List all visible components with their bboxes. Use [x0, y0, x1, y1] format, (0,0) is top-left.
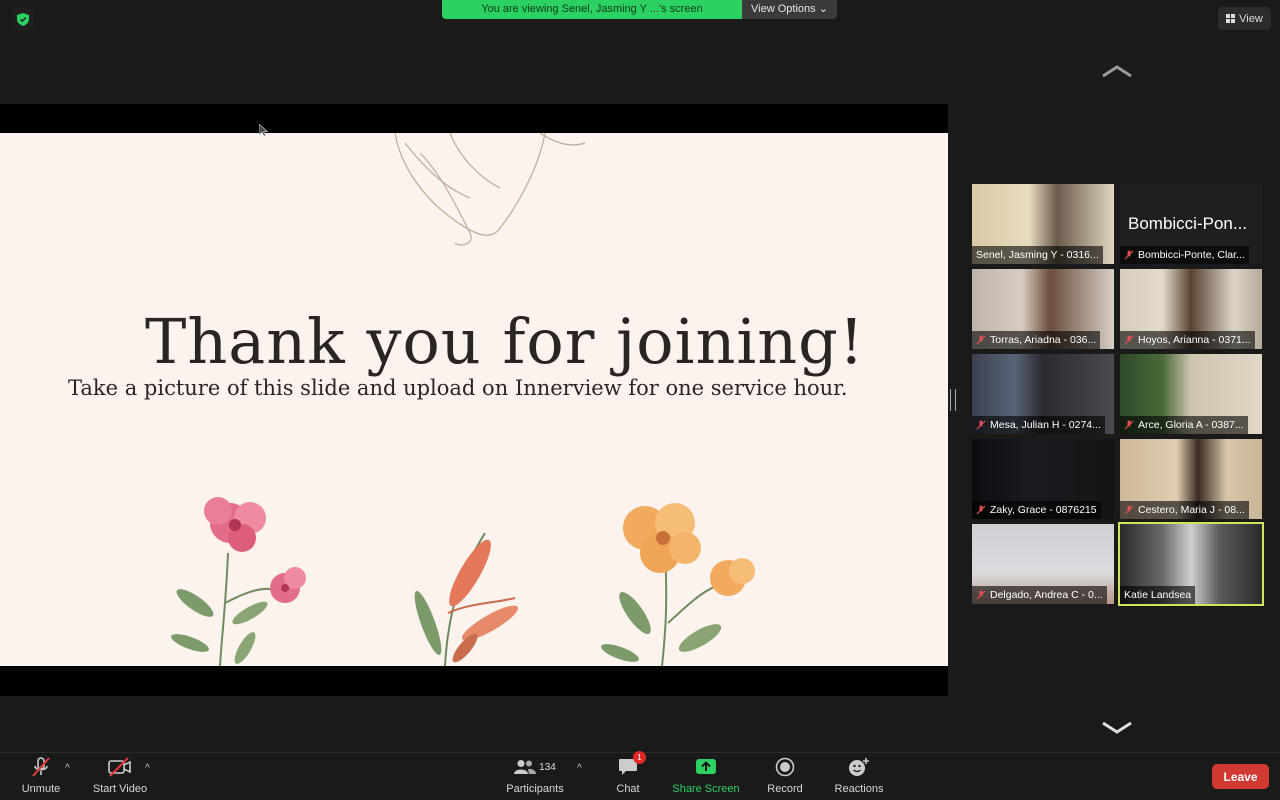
chevron-down-icon[interactable]	[1101, 721, 1133, 735]
participant-name: Hoyos, Arianna - 0371...	[1120, 331, 1255, 349]
muted-mic-icon	[1124, 505, 1134, 515]
chevron-down-icon: ⌄	[818, 3, 828, 15]
record-button[interactable]: Record	[764, 753, 806, 800]
video-off-icon	[108, 757, 131, 777]
participant-name: Delgado, Andrea C - 0...	[972, 586, 1107, 604]
muted-mic-icon	[976, 335, 986, 345]
participant-tile[interactable]: Delgado, Andrea C - 0...	[972, 524, 1114, 604]
slide-title: Thank you for joining!	[145, 305, 865, 378]
participant-tile[interactable]: Hoyos, Arianna - 0371...	[1120, 269, 1262, 349]
reactions-label: Reactions	[834, 783, 884, 795]
participants-icon	[514, 760, 537, 774]
reactions-button[interactable]: Reactions	[832, 753, 886, 800]
gallery-grid-icon	[1226, 14, 1236, 23]
participants-label: Participants	[506, 783, 564, 795]
participant-tile[interactable]: Zaky, Grace - 0876215	[972, 439, 1114, 519]
start-video-button[interactable]: Start Video	[90, 753, 150, 800]
unmute-label: Unmute	[21, 783, 61, 795]
mouse-cursor-icon	[259, 124, 268, 137]
view-options-label: View Options	[751, 3, 816, 15]
participant-name: Zaky, Grace - 0876215	[972, 501, 1101, 519]
audio-options-caret[interactable]: ^	[65, 763, 70, 774]
participant-name: Arce, Gloria A - 0387...	[1120, 416, 1248, 434]
panel-resize-handle[interactable]	[950, 389, 956, 411]
record-icon	[775, 757, 795, 777]
muted-mic-icon	[1124, 420, 1134, 430]
shared-screen: Thank you for joining! Take a picture of…	[0, 104, 948, 696]
share-screen-label: Share Screen	[672, 783, 740, 795]
security-shield-icon[interactable]	[12, 8, 34, 30]
reactions-emoji-icon	[849, 758, 869, 776]
participant-tile[interactable]: Senel, Jasming Y - 0316...	[972, 184, 1114, 264]
leave-button[interactable]: Leave	[1212, 764, 1269, 789]
view-button[interactable]: View	[1218, 7, 1271, 30]
record-label: Record	[767, 783, 803, 795]
participants-count: 134	[539, 761, 556, 773]
muted-mic-icon	[1124, 250, 1134, 260]
slide-subtitle: Take a picture of this slide and upload …	[68, 376, 848, 400]
participants-button[interactable]: 134 Participants	[503, 753, 567, 800]
muted-mic-icon	[1124, 335, 1134, 345]
participant-name: Bombicci-Ponte, Clar...	[1120, 246, 1249, 264]
muted-mic-icon	[976, 505, 986, 515]
muted-mic-icon	[976, 420, 986, 430]
share-screen-icon	[696, 759, 716, 774]
chat-button[interactable]: 1 Chat	[610, 751, 646, 800]
participant-name: Senel, Jasming Y - 0316...	[972, 246, 1103, 264]
participant-tile[interactable]: Arce, Gloria A - 0387...	[1120, 354, 1262, 434]
unmute-button[interactable]: Unmute	[20, 753, 62, 800]
chat-label: Chat	[616, 783, 640, 795]
screen-share-banner: You are viewing Senel, Jasming Y ...'s s…	[442, 0, 837, 19]
presentation-slide: Thank you for joining! Take a picture of…	[0, 133, 948, 666]
participant-tile[interactable]: Bombicci-Pon... Bombicci-Ponte, Clar...	[1120, 184, 1262, 264]
participant-tile[interactable]: Torras, Ariadna - 036...	[972, 269, 1114, 349]
participants-options-caret[interactable]: ^	[577, 763, 582, 774]
participant-name: Katie Landsea	[1120, 586, 1196, 604]
participant-name: Torras, Ariadna - 036...	[972, 331, 1101, 349]
view-options-button[interactable]: View Options ⌄	[742, 0, 837, 19]
muted-mic-icon	[32, 757, 50, 777]
start-video-label: Start Video	[92, 783, 148, 795]
viewing-screen-text: You are viewing Senel, Jasming Y ...'s s…	[442, 0, 742, 19]
chat-badge: 1	[633, 751, 646, 764]
participant-display-name: Bombicci-Pon...	[1128, 214, 1248, 233]
participant-tile-active-speaker[interactable]: Katie Landsea	[1118, 522, 1264, 606]
participant-name: Cestero, Maria J - 08...	[1120, 501, 1249, 519]
chevron-up-icon[interactable]	[1101, 64, 1133, 78]
participant-name: Mesa, Julian H - 0274...	[972, 416, 1105, 434]
video-options-caret[interactable]: ^	[145, 763, 150, 774]
meeting-toolbar: Unmute ^ Start Video ^ 134 Participants …	[0, 751, 1280, 800]
view-button-label: View	[1239, 12, 1263, 25]
participant-tile[interactable]: Cestero, Maria J - 08...	[1120, 439, 1262, 519]
participant-tile[interactable]: Mesa, Julian H - 0274...	[972, 354, 1114, 434]
muted-mic-icon	[976, 590, 986, 600]
share-screen-button[interactable]: Share Screen	[670, 753, 742, 800]
